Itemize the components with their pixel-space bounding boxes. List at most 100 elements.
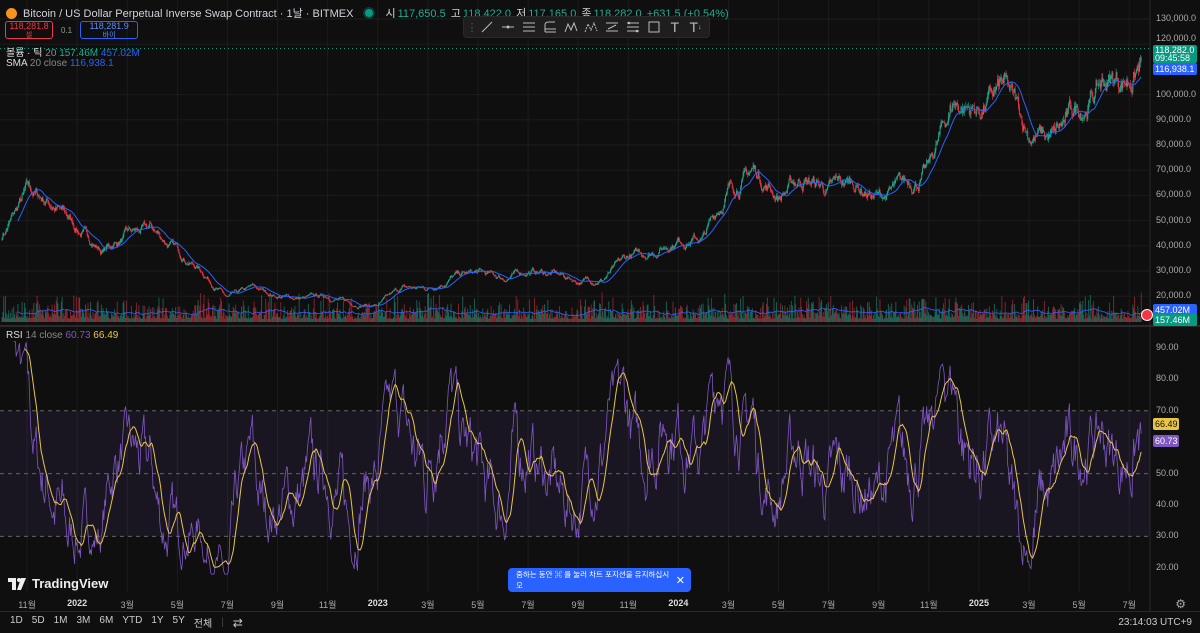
volume-bar: [912, 308, 914, 322]
trend-line-icon[interactable]: [478, 18, 497, 36]
pattern-icon[interactable]: [561, 18, 580, 36]
candle-body: [7, 225, 9, 230]
volume-bar: [419, 307, 421, 322]
range-button[interactable]: YTD: [122, 615, 142, 630]
elliott-wave-icon[interactable]: [582, 18, 601, 36]
candle-body: [859, 190, 861, 194]
candle-body: [870, 193, 872, 199]
candle-body: [912, 192, 913, 194]
range-button[interactable]: 전체: [194, 615, 212, 630]
volume-bar: [743, 318, 745, 322]
long-position-icon[interactable]: [603, 18, 622, 36]
volume-bar: [39, 304, 41, 322]
rsi-legend[interactable]: RSI 14 close 60.73 66.49: [6, 330, 118, 341]
go-to-date-icon[interactable]: ⇄: [233, 616, 243, 630]
candle-body: [1000, 78, 1002, 80]
candle-body: [1129, 84, 1130, 86]
volume-bar: [752, 318, 754, 322]
clock[interactable]: 23:14:03 UTC+9: [1118, 617, 1192, 628]
drag-handle-icon[interactable]: ⋮: [467, 18, 478, 36]
close-icon[interactable]: ✕: [676, 574, 685, 587]
sma-legend[interactable]: SMA 20 close 116,938.1: [6, 58, 114, 69]
volume-bar: [352, 316, 354, 322]
candle-body: [335, 299, 337, 301]
candle-body: [212, 287, 214, 290]
volume-legend[interactable]: 볼륨 · 틱 20 157.46M 457.02M: [6, 44, 140, 59]
range-button[interactable]: 1D: [10, 615, 23, 630]
range-button[interactable]: 1Y: [151, 615, 163, 630]
market-status-icon[interactable]: [365, 9, 374, 17]
tradingview-logo[interactable]: TradingView: [8, 576, 108, 591]
volume-bar: [670, 318, 671, 322]
candle-body: [630, 254, 632, 258]
settings-gear-icon[interactable]: ⚙: [1175, 597, 1186, 611]
candle-body: [895, 179, 897, 181]
volume-bar: [609, 318, 611, 322]
candle-body: [43, 201, 45, 204]
candle-body: [910, 185, 912, 190]
candle-body: [628, 257, 630, 259]
candle-body: [632, 253, 634, 255]
candle-body: [142, 223, 144, 227]
volume-bar: [309, 312, 311, 322]
range-button[interactable]: 1M: [54, 615, 68, 630]
candle-body: [1107, 81, 1109, 83]
volume-bar: [88, 318, 90, 322]
text-note-icon[interactable]: T ↓: [686, 18, 705, 36]
volume-bar: [176, 318, 177, 322]
symbol-title[interactable]: Bitcoin / US Dollar Perpetual Inverse Sw…: [23, 5, 353, 21]
candle-body: [833, 177, 835, 179]
volume-bar: [324, 316, 326, 322]
candle-body: [504, 280, 505, 282]
volume-bar: [836, 313, 838, 322]
volume-bar: [791, 305, 793, 322]
candle-body: [342, 297, 344, 299]
volume-bar: [690, 316, 692, 322]
candle-body: [81, 231, 83, 234]
candle-body: [625, 256, 627, 259]
volume-bar: [405, 317, 407, 322]
sell-button[interactable]: 118,281.8 셀: [5, 21, 53, 39]
candle-body: [928, 159, 930, 163]
candle-body: [818, 184, 820, 186]
candle-body: [64, 208, 66, 212]
candle-body: [575, 282, 577, 284]
volume-bar: [231, 312, 233, 322]
rsi-tick: 80.00: [1156, 373, 1179, 384]
candle-body: [822, 186, 824, 191]
volume-bar: [345, 314, 347, 322]
range-button[interactable]: 5Y: [173, 615, 185, 630]
candle-body: [974, 113, 976, 114]
candle-body: [625, 257, 626, 259]
volume-bar: [764, 314, 766, 322]
volume-bar: [742, 295, 744, 322]
parallel-channel-icon[interactable]: [520, 18, 539, 36]
fib-retracement-icon[interactable]: [540, 18, 559, 36]
candle-body: [685, 248, 686, 250]
us-flag-icon[interactable]: [1141, 309, 1153, 321]
volume-bar: [1024, 315, 1026, 322]
candle-body: [83, 228, 85, 230]
volume-bar: [110, 318, 111, 322]
chart-canvas[interactable]: [0, 0, 1200, 633]
candle-body: [700, 238, 702, 241]
volume-bar: [1068, 314, 1070, 322]
candle-body: [440, 285, 442, 287]
horizontal-ray-icon[interactable]: [499, 18, 518, 36]
range-button[interactable]: 3M: [77, 615, 91, 630]
range-button[interactable]: 5D: [32, 615, 45, 630]
volume-bar: [780, 303, 782, 322]
candle-body: [789, 176, 791, 180]
buy-button[interactable]: 118,281.9 바이: [80, 21, 139, 39]
price-tick: 100,000.0: [1156, 88, 1197, 99]
volume-bar: [603, 317, 605, 322]
text-icon[interactable]: T: [665, 18, 684, 36]
volume-bar: [945, 315, 947, 322]
range-button[interactable]: 6M: [99, 615, 113, 630]
volume-bar: [1090, 318, 1092, 322]
rectangle-icon[interactable]: [645, 18, 664, 36]
volume-bar: [679, 308, 681, 322]
volume-bar: [85, 309, 87, 322]
volume-bar: [808, 304, 810, 322]
date-range-icon[interactable]: [624, 18, 643, 36]
